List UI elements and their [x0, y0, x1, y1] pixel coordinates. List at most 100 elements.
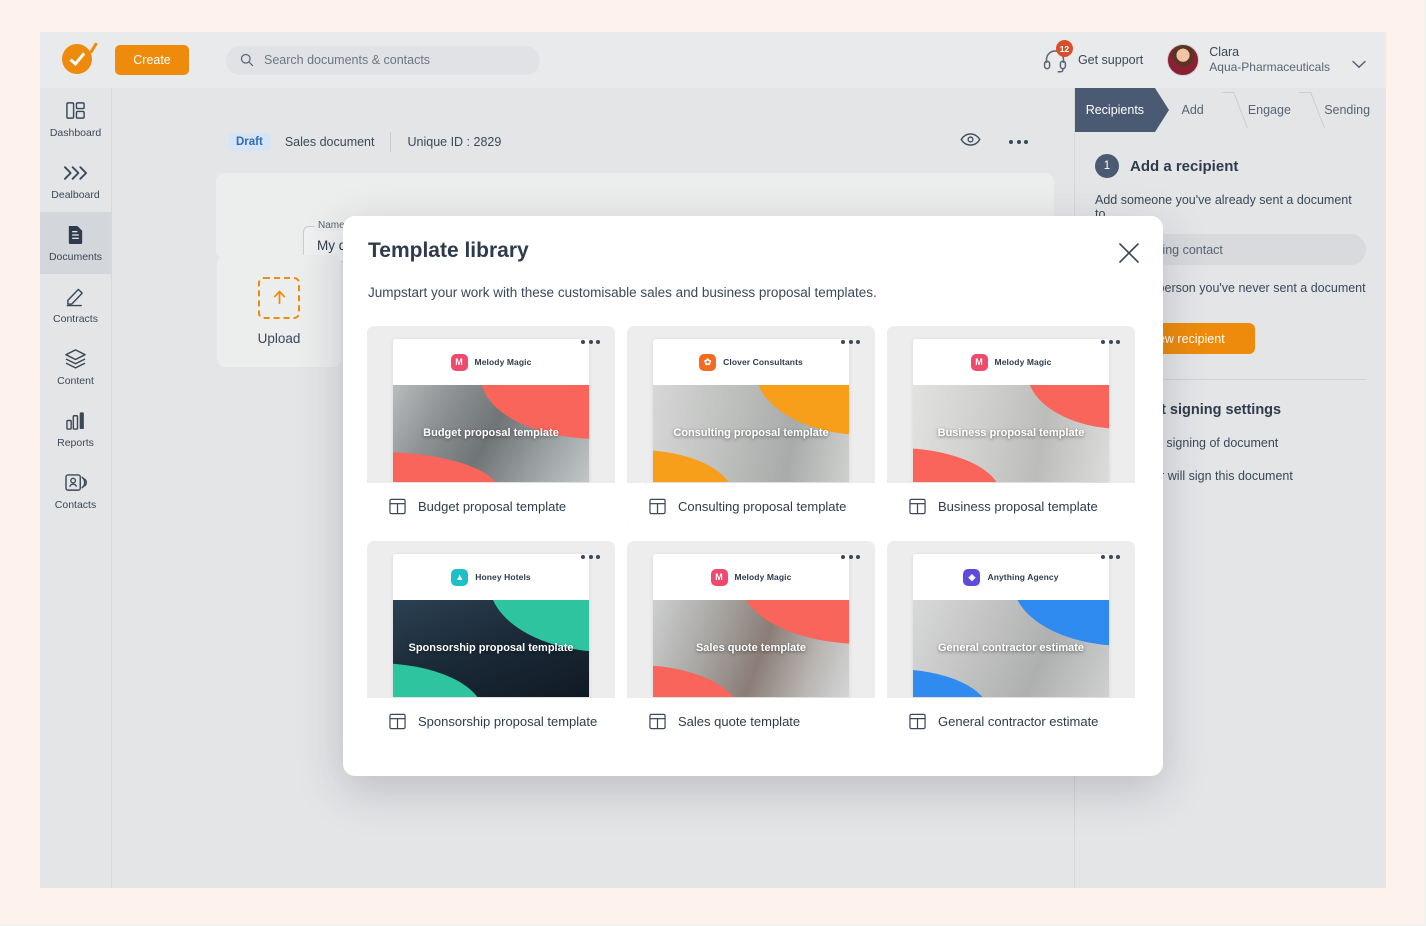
brand-logo-icon: ▲: [451, 569, 468, 586]
template-headline: Budget proposal template: [393, 427, 589, 441]
template-name: Business proposal template: [938, 499, 1098, 514]
template-headline: General contractor estimate: [913, 642, 1109, 656]
tab-label: Recipients: [1086, 103, 1144, 117]
sidebar-item-label: Contacts: [55, 499, 96, 511]
template-brand: ✿ Clover Consultants: [653, 339, 849, 385]
template-brand: ◈ Anything Agency: [913, 554, 1109, 600]
template-hero: Sales quote template: [653, 600, 849, 697]
more-horizontal-icon[interactable]: [1101, 555, 1120, 559]
page-title: Add a recipient: [1130, 158, 1238, 175]
brand-name: Clover Consultants: [723, 357, 803, 367]
checkmark-logo[interactable]: [62, 44, 94, 76]
template-footer: Sales quote template: [627, 698, 875, 744]
documents-icon: [66, 224, 85, 246]
get-support-label: Get support: [1078, 53, 1143, 67]
document-unique-id: Unique ID : 2829: [407, 135, 501, 149]
upload-card[interactable]: Upload: [217, 255, 341, 367]
template-headline: Sponsorship proposal template: [393, 642, 589, 656]
support-badge: 12: [1056, 40, 1073, 57]
template-grid: M Melody Magic Budget proposal template …: [367, 326, 1139, 744]
modal-subtitle: Jumpstart your work with these customisa…: [368, 285, 877, 300]
app-window: Create Search documents & contacts: [40, 32, 1386, 888]
page-root: Create Search documents & contacts: [0, 0, 1426, 926]
sidebar-item-dashboard[interactable]: Dashboard: [40, 88, 111, 150]
template-name: Consulting proposal template: [678, 499, 846, 514]
template-preview: M Melody Magic Business proposal templat…: [913, 339, 1109, 482]
create-button[interactable]: Create: [115, 45, 189, 75]
sidebar-item-documents[interactable]: Documents: [40, 212, 111, 274]
tab-label: Add: [1182, 103, 1204, 117]
template-card[interactable]: ✿ Clover Consultants Consulting proposal…: [627, 326, 875, 529]
get-support-button[interactable]: 12 Get support: [1042, 47, 1143, 73]
template-name: General contractor estimate: [938, 714, 1098, 729]
user-org: Aqua-Pharmaceuticals: [1209, 60, 1330, 75]
document-header-actions: [960, 133, 1028, 151]
brand-name: Melody Magic: [475, 357, 532, 367]
template-hero: General contractor estimate: [913, 600, 1109, 697]
template-headline: Business proposal template: [913, 427, 1109, 441]
layout-icon: [909, 498, 926, 515]
top-bar: Create Search documents & contacts: [40, 32, 1386, 88]
divider: [390, 132, 391, 152]
content-icon: [64, 348, 87, 370]
sidebar-item-label: Content: [57, 375, 94, 387]
dealboard-icon: [63, 162, 88, 184]
more-horizontal-icon[interactable]: [841, 555, 860, 559]
template-footer: General contractor estimate: [887, 698, 1135, 744]
template-headline: Consulting proposal template: [653, 427, 849, 441]
step-number: 1: [1095, 154, 1119, 178]
template-card[interactable]: M Melody Magic Business proposal templat…: [887, 326, 1135, 529]
more-horizontal-icon[interactable]: [841, 340, 860, 344]
chevron-down-icon[interactable]: [1352, 56, 1366, 65]
document-type: Sales document: [285, 135, 375, 149]
sidebar-item-dealboard[interactable]: Dealboard: [40, 150, 111, 212]
layout-icon: [389, 713, 406, 730]
sidebar-item-contracts[interactable]: Contracts: [40, 274, 111, 336]
template-card[interactable]: ◈ Anything Agency General contractor est…: [887, 541, 1135, 744]
sidebar-item-content[interactable]: Content: [40, 336, 111, 398]
brand-logo-icon: M: [451, 354, 468, 371]
template-name: Sponsorship proposal template: [418, 714, 597, 729]
user-info: Clara Aqua-Pharmaceuticals: [1209, 45, 1330, 76]
contracts-icon: [65, 286, 86, 308]
sidebar-item-reports[interactable]: Reports: [40, 398, 111, 460]
template-hero: Sponsorship proposal template: [393, 600, 589, 697]
more-horizontal-icon[interactable]: [581, 340, 600, 344]
brand-name: Honey Hotels: [475, 572, 531, 582]
sidebar-item-contacts[interactable]: Contacts: [40, 460, 111, 522]
template-footer: Business proposal template: [887, 483, 1135, 529]
document-header: Draft Sales document Unique ID : 2829: [228, 125, 1028, 158]
template-headline: Sales quote template: [653, 642, 849, 656]
layout-icon: [649, 713, 666, 730]
section-header: 1 Add a recipient: [1095, 154, 1366, 178]
template-name: Sales quote template: [678, 714, 800, 729]
sidebar-item-label: Contracts: [53, 313, 98, 325]
template-hero: Consulting proposal template: [653, 385, 849, 482]
dashboard-icon: [65, 100, 86, 122]
search-input[interactable]: Search documents & contacts: [226, 46, 540, 75]
close-icon[interactable]: [1117, 241, 1141, 265]
template-card[interactable]: ▲ Honey Hotels Sponsorship proposal temp…: [367, 541, 615, 744]
more-horizontal-icon[interactable]: [581, 555, 600, 559]
user-menu[interactable]: Clara Aqua-Pharmaceuticals: [1167, 44, 1366, 76]
upload-arrow-icon: [258, 277, 300, 319]
sidebar-item-label: Reports: [57, 437, 94, 449]
top-bar-right: 12 Get support Clara Aqua-Pharmaceutical…: [1042, 44, 1366, 76]
eye-icon[interactable]: [960, 133, 981, 151]
template-preview: ✿ Clover Consultants Consulting proposal…: [653, 339, 849, 482]
tab-recipients[interactable]: Recipients: [1075, 88, 1155, 132]
more-horizontal-icon[interactable]: [1009, 140, 1028, 144]
more-horizontal-icon[interactable]: [1101, 340, 1120, 344]
sidebar-item-label: Dealboard: [51, 189, 99, 201]
brand-name: Anything Agency: [987, 572, 1058, 582]
reports-icon: [65, 410, 86, 432]
template-brand: ▲ Honey Hotels: [393, 554, 589, 600]
template-card[interactable]: M Melody Magic Sales quote template Sale…: [627, 541, 875, 744]
template-hero: Business proposal template: [913, 385, 1109, 482]
template-preview: M Melody Magic Sales quote template: [653, 554, 849, 697]
template-card[interactable]: M Melody Magic Budget proposal template …: [367, 326, 615, 529]
template-brand: M Melody Magic: [393, 339, 589, 385]
layout-icon: [909, 713, 926, 730]
tab-label: Sending: [1324, 103, 1370, 117]
brand-name: Melody Magic: [735, 572, 792, 582]
